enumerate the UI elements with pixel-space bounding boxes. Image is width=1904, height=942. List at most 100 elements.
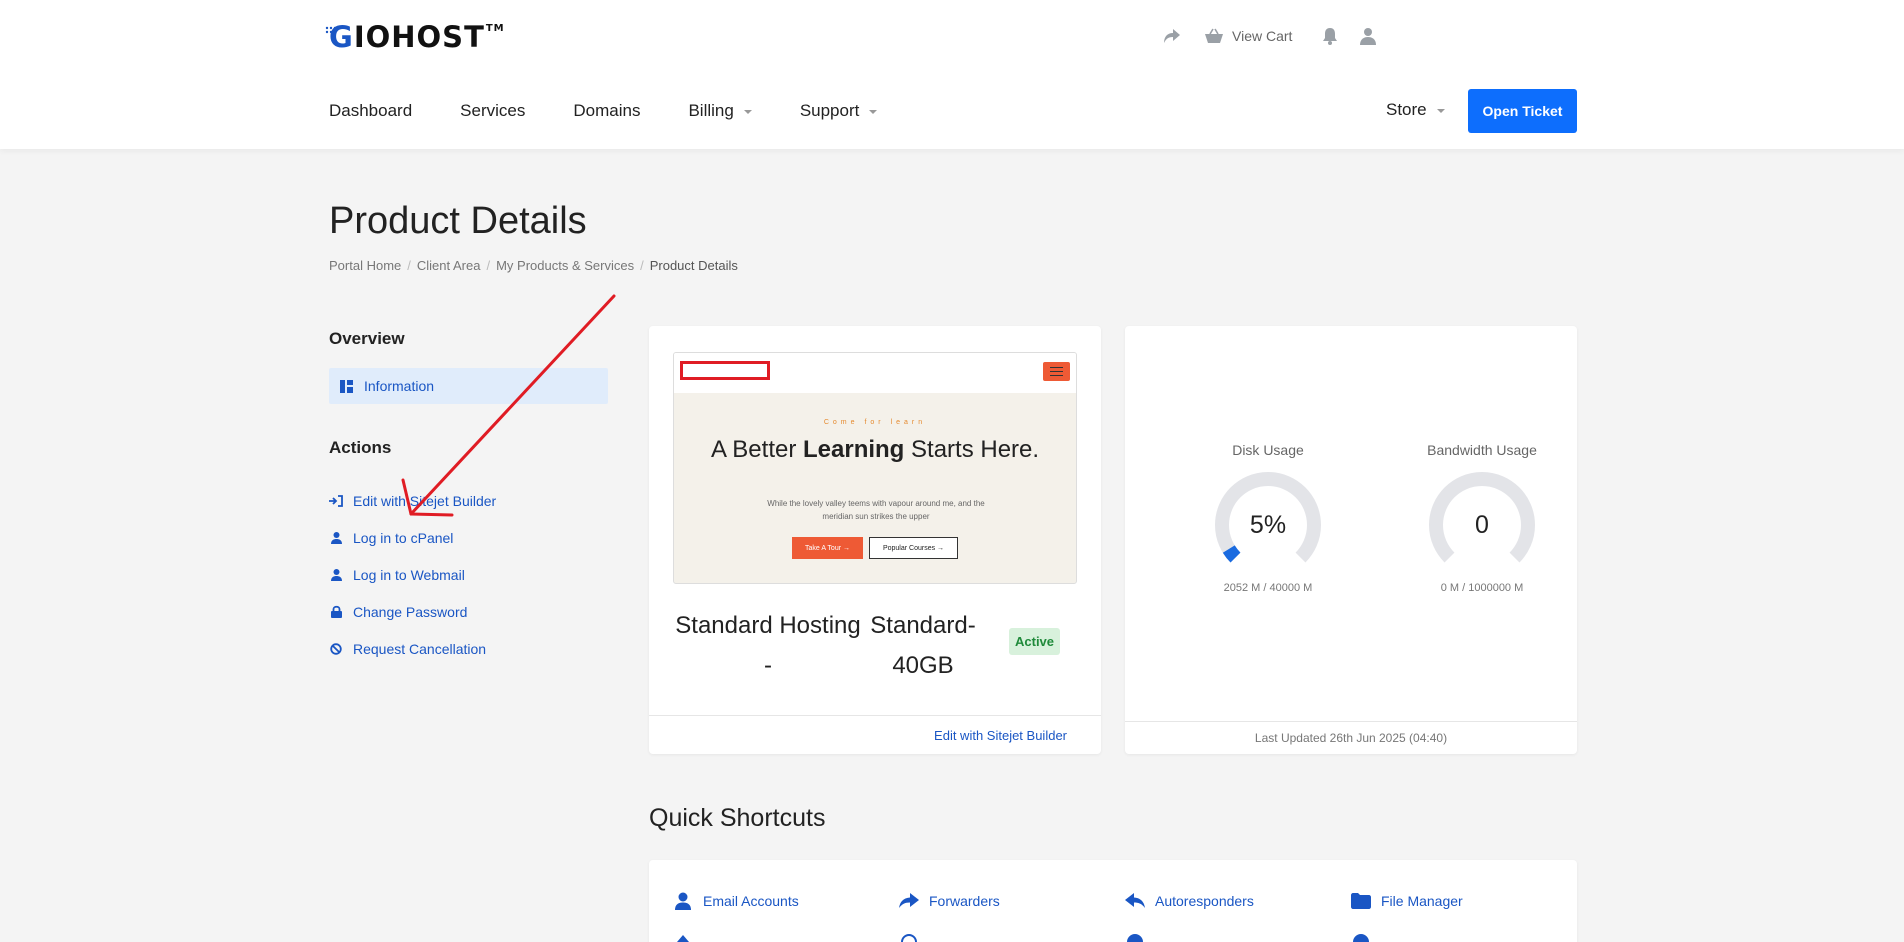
view-cart-label: View Cart: [1232, 28, 1293, 44]
bandwidth-usage: Bandwidth Usage 0 0 M / 1000000 M: [1407, 442, 1557, 594]
user-icon: [673, 892, 693, 910]
preview-paragraph: While the lovely valley teems with vapou…: [767, 499, 985, 521]
circle-icon: [1351, 934, 1371, 942]
nav-store[interactable]: Store: [1386, 100, 1445, 120]
brand-logo[interactable]: G IOHOST TM: [325, 20, 505, 54]
breadcrumb-client-area[interactable]: Client Area: [417, 258, 481, 273]
action-label: Log in to Webmail: [353, 566, 465, 583]
quick-shortcuts-title: Quick Shortcuts: [649, 804, 826, 832]
share-icon[interactable]: [1160, 24, 1184, 48]
upload-icon: [673, 935, 693, 942]
shortcut-autoresponders[interactable]: Autoresponders: [1125, 892, 1351, 910]
action-login-webmail[interactable]: Log in to Webmail: [329, 556, 496, 593]
breadcrumb: Portal Home / Client Area / My Products …: [329, 258, 738, 273]
shortcut-partial-circle[interactable]: [1125, 932, 1351, 942]
action-label: Edit with Sitejet Builder: [353, 492, 497, 509]
actions-heading: Actions: [329, 438, 392, 457]
breadcrumb-separator: /: [486, 258, 491, 273]
edit-sitejet-link[interactable]: Edit with Sitejet Builder: [649, 715, 1101, 754]
action-change-password[interactable]: Change Password: [329, 593, 496, 630]
status-badge: Active: [1009, 628, 1061, 655]
header-utilities: View Cart: [1160, 24, 1380, 48]
ban-icon: [329, 642, 343, 655]
preview-kicker: Come for learn: [823, 419, 927, 426]
action-label: Change Password: [353, 603, 468, 620]
chevron-down-icon: [869, 110, 878, 114]
forward-icon: [899, 893, 919, 909]
disk-usage-label: Disk Usage: [1232, 442, 1304, 458]
open-ticket-button[interactable]: Open Ticket: [1468, 89, 1577, 133]
quick-shortcuts-card: Email Accounts Forwarders Autoresponders…: [649, 860, 1577, 942]
product-name: Standard Hosting - Standard-40GB Active: [673, 606, 1077, 686]
view-cart-link[interactable]: View Cart: [1204, 28, 1292, 45]
preview-courses-button: Popular Courses →: [869, 537, 958, 559]
breadcrumb-portal-home[interactable]: Portal Home: [329, 258, 401, 273]
action-login-cpanel[interactable]: Log in to cPanel: [329, 519, 496, 556]
site-header: G IOHOST TM View Cart Dashboard Services D…: [0, 0, 1904, 149]
reply-icon: [1125, 893, 1145, 909]
preview-redacted-logo: [680, 361, 770, 380]
preview-menu-icon: [1043, 362, 1070, 381]
logo-dots-icon: [325, 26, 337, 34]
dashboard-icon: [340, 379, 353, 393]
sidebar-item-information[interactable]: Information: [329, 368, 608, 404]
action-label: Request Cancellation: [353, 640, 487, 657]
globe-icon: [899, 934, 919, 942]
disk-usage-gauge: 5%: [1213, 470, 1323, 580]
user-icon: [329, 568, 343, 581]
usage-card: Disk Usage 5% 2052 M / 40000 M Bandwidth…: [1125, 326, 1577, 754]
circle-icon: [1125, 934, 1145, 942]
disk-usage-value: 5%: [1249, 510, 1287, 539]
bandwidth-usage-stats: 0 M / 1000000 M: [1440, 582, 1524, 594]
cart-icon: [1205, 28, 1223, 43]
user-icon: [329, 531, 343, 544]
shortcuts-row: Email Accounts Forwarders Autoresponders…: [673, 892, 1577, 910]
shortcut-forwarders[interactable]: Forwarders: [899, 892, 1125, 910]
action-label: Log in to cPanel: [353, 529, 454, 546]
disk-usage: Disk Usage 5% 2052 M / 40000 M: [1193, 442, 1343, 594]
nav-services[interactable]: Services: [460, 101, 525, 121]
logo-text: IOHOST: [353, 20, 485, 54]
bell-icon[interactable]: [1318, 24, 1342, 48]
disk-usage-stats: 2052 M / 40000 M: [1223, 582, 1313, 594]
bandwidth-usage-value: 0: [1475, 510, 1489, 539]
preview-navbar: [674, 353, 1076, 393]
page-title: Product Details: [329, 200, 587, 242]
shortcut-partial-circle-2[interactable]: [1351, 932, 1577, 942]
overview-heading: Overview: [329, 329, 405, 348]
shortcut-email-accounts[interactable]: Email Accounts: [673, 892, 899, 910]
preview-heading: A Better Learning Starts Here.: [710, 436, 1040, 463]
nav-billing[interactable]: Billing: [688, 101, 752, 121]
chevron-down-icon: [1436, 109, 1445, 113]
lock-icon: [329, 605, 343, 618]
usage-last-updated: Last Updated 26th Jun 2025 (04:40): [1125, 721, 1577, 754]
preview-tour-button: Take A Tour →: [792, 537, 863, 559]
folder-icon: [1351, 893, 1371, 909]
main-nav: Dashboard Services Domains Billing Suppo…: [329, 95, 925, 127]
action-request-cancellation[interactable]: Request Cancellation: [329, 630, 496, 667]
bandwidth-usage-label: Bandwidth Usage: [1427, 442, 1537, 458]
nav-dashboard[interactable]: Dashboard: [329, 101, 412, 121]
site-preview-thumbnail[interactable]: Come for learn A Better Learning Starts …: [673, 352, 1077, 584]
preview-buttons: Take A Tour → Popular Courses →: [674, 537, 1076, 559]
bandwidth-usage-gauge: 0: [1427, 470, 1537, 580]
shortcut-partial-globe[interactable]: [899, 932, 1125, 942]
shortcuts-row-partial: [673, 932, 1577, 942]
nav-support[interactable]: Support: [800, 101, 878, 121]
sidebar-item-label: Information: [364, 378, 435, 394]
product-plan-name: Standard-40GB: [870, 612, 976, 679]
shortcut-file-manager[interactable]: File Manager: [1351, 892, 1577, 910]
actions-list: Edit with Sitejet Builder Log in to cPan…: [329, 482, 496, 667]
breadcrumb-separator: /: [640, 258, 644, 273]
user-icon[interactable]: [1356, 24, 1380, 48]
nav-domains[interactable]: Domains: [573, 101, 640, 121]
logo-trademark: TM: [485, 22, 505, 34]
breadcrumb-current: Product Details: [649, 258, 738, 273]
product-group-name: Standard Hosting -: [675, 612, 861, 679]
shortcut-partial-upload[interactable]: [673, 932, 899, 942]
breadcrumb-separator: /: [407, 258, 411, 273]
action-edit-sitejet[interactable]: Edit with Sitejet Builder: [329, 482, 496, 519]
sign-in-icon: [329, 494, 343, 507]
chevron-down-icon: [743, 110, 752, 114]
breadcrumb-my-products[interactable]: My Products & Services: [496, 258, 634, 273]
